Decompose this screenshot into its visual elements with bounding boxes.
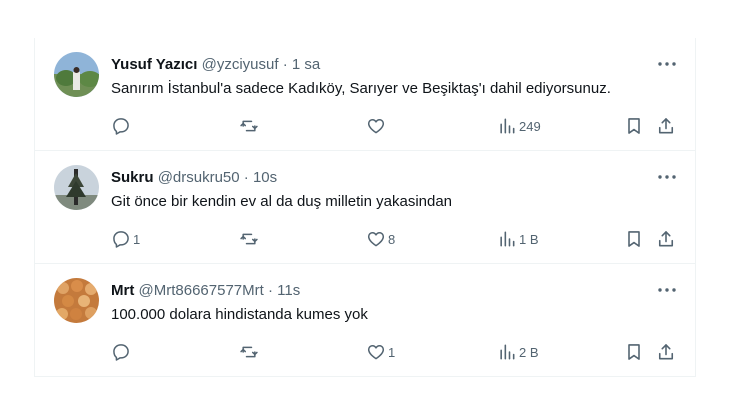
avatar[interactable]	[54, 52, 99, 97]
tweet-header: Yusuf Yazıcı @yzciyusuf · 1 sa	[111, 56, 320, 74]
tweet[interactable]: Mrt @Mrt86667577Mrt · 11s 100.000 dolara…	[35, 264, 695, 377]
views-chart-icon	[497, 116, 517, 136]
views-button[interactable]: 2 B	[497, 342, 539, 362]
tweet-header: Sukru @drsukru50 · 10s	[111, 169, 277, 187]
avatar[interactable]	[54, 278, 99, 323]
separator: ·	[282, 56, 288, 73]
tweet[interactable]: Yusuf Yazıcı @yzciyusuf · 1 sa Sanırım İ…	[35, 38, 695, 151]
bookmark-button[interactable]	[624, 229, 644, 249]
share-button[interactable]	[656, 116, 676, 136]
user-handle[interactable]: @drsukru50	[158, 169, 240, 186]
avatar[interactable]	[54, 165, 99, 210]
views-count: 1 B	[519, 231, 539, 247]
like-button[interactable]: 1	[366, 342, 395, 362]
user-name[interactable]: Sukru	[111, 169, 154, 186]
action-bar: 1 2 B	[111, 342, 681, 362]
reply-button[interactable]	[111, 116, 133, 136]
user-name[interactable]: Yusuf Yazıcı	[111, 56, 197, 73]
separator: ·	[267, 282, 273, 299]
tweet-text: Sanırım İstanbul'a sadece Kadıköy, Sarıy…	[111, 80, 611, 97]
retweet-button[interactable]	[239, 229, 261, 249]
views-button[interactable]: 249	[497, 116, 541, 136]
reply-icon	[111, 229, 131, 249]
user-handle[interactable]: @Mrt86667577Mrt	[139, 282, 264, 299]
bookmark-icon	[624, 116, 644, 136]
more-dots-icon[interactable]	[657, 167, 677, 187]
reply-feed: Yusuf Yazıcı @yzciyusuf · 1 sa Sanırım İ…	[34, 38, 696, 377]
like-count: 1	[388, 344, 396, 360]
share-button[interactable]	[656, 229, 676, 249]
retweet-icon	[239, 342, 259, 362]
reply-icon	[111, 342, 131, 362]
views-chart-icon	[497, 342, 517, 362]
tweet[interactable]: Sukru @drsukru50 · 10s Git önce bir kend…	[35, 151, 695, 264]
retweet-button[interactable]	[239, 342, 261, 362]
tweet-header: Mrt @Mrt86667577Mrt · 11s	[111, 282, 300, 300]
separator: ·	[243, 169, 249, 186]
tweet-text: Git önce bir kendin ev al da duş milleti…	[111, 193, 453, 210]
share-icon	[656, 342, 676, 362]
reply-button[interactable]	[111, 342, 133, 362]
share-button[interactable]	[656, 342, 676, 362]
user-name[interactable]: Mrt	[111, 282, 134, 299]
action-bar: 249	[111, 116, 681, 136]
timestamp[interactable]: 10s	[253, 169, 277, 186]
views-count: 2 B	[519, 344, 539, 360]
views-button[interactable]: 1 B	[497, 229, 539, 249]
heart-icon	[366, 116, 386, 136]
timestamp[interactable]: 11s	[277, 282, 300, 299]
bookmark-icon	[624, 229, 644, 249]
reply-button[interactable]: 1	[111, 229, 140, 249]
heart-icon	[366, 342, 386, 362]
share-icon	[656, 116, 676, 136]
heart-icon	[366, 229, 386, 249]
reply-count: 1	[133, 231, 141, 247]
retweet-icon	[239, 229, 259, 249]
views-chart-icon	[497, 229, 517, 249]
reply-icon	[111, 116, 131, 136]
more-dots-icon[interactable]	[657, 54, 677, 74]
like-button[interactable]	[366, 116, 388, 136]
more-dots-icon[interactable]	[657, 280, 677, 300]
timestamp[interactable]: 1 sa	[292, 56, 320, 73]
views-count: 249	[519, 118, 541, 134]
user-handle[interactable]: @yzciyusuf	[202, 56, 279, 73]
retweet-icon	[239, 116, 259, 136]
share-icon	[656, 229, 676, 249]
bookmark-button[interactable]	[624, 342, 644, 362]
bookmark-button[interactable]	[624, 116, 644, 136]
tweet-text: 100.000 dolara hindistanda kumes yok	[111, 306, 368, 323]
like-count: 8	[388, 231, 396, 247]
like-button[interactable]: 8	[366, 229, 395, 249]
bookmark-icon	[624, 342, 644, 362]
action-bar: 1 8 1 B	[111, 229, 681, 249]
retweet-button[interactable]	[239, 116, 261, 136]
